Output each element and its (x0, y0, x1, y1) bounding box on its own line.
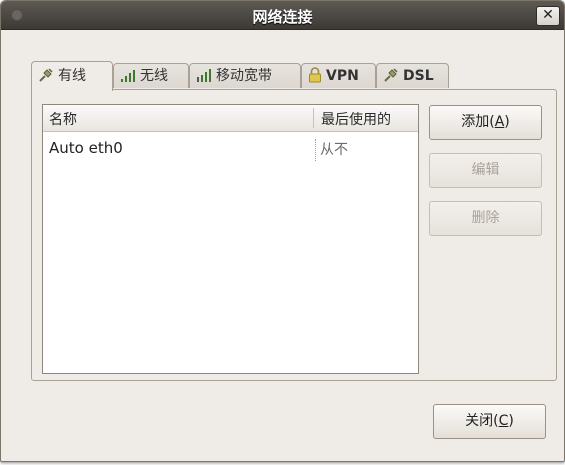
connection-list[interactable]: 名称 最后使用的 Auto eth0 从不 (42, 104, 419, 374)
tab-dsl[interactable]: DSL (376, 63, 449, 88)
add-button-suffix: ) (504, 114, 510, 130)
close-button-label: 关闭( (465, 413, 499, 429)
window-close-button[interactable]: ✕ (536, 6, 560, 26)
plug-icon (384, 68, 398, 82)
column-divider (313, 108, 314, 128)
close-button[interactable]: 关闭(C) (433, 404, 546, 439)
add-button[interactable]: 添加(A) (429, 105, 542, 140)
tab-wired[interactable]: 有线 (31, 61, 113, 91)
list-header: 名称 最后使用的 (43, 105, 418, 132)
plug-icon (39, 68, 53, 82)
tab-mobile-broadband-label: 移动宽带 (216, 68, 272, 84)
tab-vpn-label: VPN (326, 68, 359, 84)
delete-button[interactable]: 删除 (429, 201, 542, 236)
window-title: 网络连接 (252, 8, 313, 26)
tab-mobile-broadband[interactable]: 移动宽带 (189, 63, 301, 88)
connection-row-last-used: 从不 (315, 139, 348, 161)
column-header-name[interactable]: 名称 (49, 109, 77, 129)
tab-vpn[interactable]: VPN (301, 63, 376, 88)
edit-button[interactable]: 编辑 (429, 153, 542, 188)
close-button-suffix: ) (508, 413, 514, 429)
wifi-signal-icon (121, 70, 135, 82)
tab-dsl-label: DSL (403, 68, 434, 84)
network-connections-window: 网络连接 ✕ 有线 无线 移动宽带 VPN DSL 名称 最后使用的 Auto … (0, 0, 565, 462)
column-header-last-used[interactable]: 最后使用的 (321, 109, 391, 129)
tab-wireless-label: 无线 (140, 68, 168, 84)
tab-wireless[interactable]: 无线 (113, 63, 189, 88)
title-bar[interactable]: 网络连接 ✕ (1, 1, 564, 30)
add-button-mnemonic: A (494, 114, 505, 130)
mobile-signal-icon (197, 69, 211, 82)
tab-wired-label: 有线 (58, 68, 86, 84)
wired-tab-panel: 名称 最后使用的 Auto eth0 从不 添加(A) 编辑 删除 (31, 89, 557, 381)
add-button-label: 添加( (461, 114, 495, 130)
close-button-mnemonic: C (498, 413, 509, 429)
connection-row-name[interactable]: Auto eth0 (49, 139, 123, 157)
lock-icon (309, 67, 321, 83)
